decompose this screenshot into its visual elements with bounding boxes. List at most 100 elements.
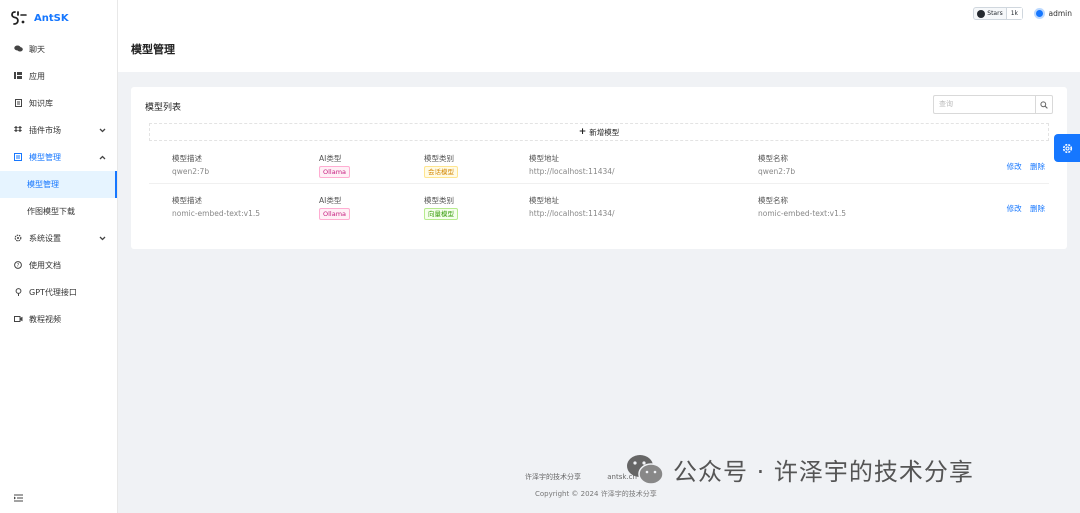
col-value: http://localhost:11434/ (529, 209, 615, 218)
col-url: 模型地址 http://localhost:11434/ (529, 153, 615, 176)
col-label: 模型类别 (424, 196, 454, 205)
github-stars-count[interactable]: 1k (1006, 8, 1022, 19)
col-label: 模型类别 (424, 154, 454, 163)
search-icon (1040, 100, 1048, 109)
search-button[interactable] (1035, 95, 1053, 114)
sidebar-item-label: 插件市场 (29, 126, 61, 135)
logo[interactable]: AntSK (0, 0, 117, 36)
sidebar-item-gpt-proxy[interactable]: GPT代理接口 (0, 279, 117, 306)
watermark-text: 公众号 · 许泽宇的技术分享 (673, 458, 974, 486)
sidebar-item-label: 系统设置 (29, 234, 61, 243)
col-url: 模型地址 http://localhost:11434/ (529, 195, 615, 218)
col-desc: 模型描述 qwen2:7b (172, 153, 209, 176)
menu-fold-icon[interactable] (14, 494, 23, 505)
col-name: 模型名称 qwen2:7b (758, 153, 795, 176)
sidebar-item-label: 聊天 (29, 45, 45, 54)
footer-link[interactable]: 许泽宇的技术分享 (525, 473, 581, 481)
col-label: 模型名称 (758, 154, 788, 163)
sidebar-item-label: 应用 (29, 72, 45, 81)
edit-link[interactable]: 修改 (1007, 204, 1022, 213)
page-header: 模型管理 (118, 28, 1080, 72)
question-icon: ? (13, 260, 23, 271)
edit-link[interactable]: 修改 (1007, 162, 1022, 171)
antsk-logo-icon (11, 11, 27, 25)
col-ai-type: AI类型 Ollama (319, 153, 351, 178)
user-menu[interactable]: admin (1033, 8, 1073, 19)
col-label: 模型地址 (529, 196, 559, 205)
card-title: 模型列表 (145, 103, 182, 113)
sidebar-subitem-label: 模型管理 (27, 180, 59, 189)
col-label: AI类型 (319, 154, 342, 163)
github-star-label: Stars (974, 8, 1007, 19)
add-model-button[interactable]: + 新增模型 (149, 123, 1049, 141)
sidebar-item-app[interactable]: 应用 (0, 63, 117, 90)
delete-link[interactable]: 删除 (1030, 162, 1045, 171)
col-value: http://localhost:11434/ (529, 167, 615, 176)
settings-drawer-button[interactable] (1054, 134, 1080, 162)
col-category: 模型类别 会话模型 (424, 153, 458, 178)
sidebar-item-plugins[interactable]: 插件市场 (0, 117, 117, 144)
col-name: 模型名称 nomic-embed-text:v1.5 (758, 195, 846, 218)
dropbox-icon (13, 126, 23, 135)
search-box (933, 95, 1053, 114)
page-title: 模型管理 (131, 43, 175, 56)
book-icon (13, 98, 23, 109)
category-tag: 会话模型 (424, 166, 458, 178)
sidebar-item-label: 使用文档 (29, 261, 61, 270)
ai-type-tag: Ollama (319, 166, 351, 178)
sidebar-item-tutorial-videos[interactable]: 教程视频 (0, 306, 117, 333)
list-item: 模型描述 qwen2:7b AI类型 Ollama 模型类别 会话模型 模型地址… (149, 148, 1049, 184)
sidebar-item-label: 模型管理 (29, 153, 61, 162)
app-icon (13, 72, 23, 81)
chevron-down-icon (99, 235, 106, 243)
col-label: 模型描述 (172, 196, 202, 205)
ai-type-tag: Ollama (319, 208, 351, 220)
username: admin (1048, 9, 1073, 18)
sidebar-item-settings[interactable]: 系统设置 (0, 225, 117, 252)
sidebar-item-label: 知识库 (29, 99, 53, 108)
col-value: qwen2:7b (758, 167, 796, 176)
sidebar-subitem-label: 作图模型下载 (27, 207, 75, 216)
sidebar-menu: 聊天 应用 知识库 插件市场 模型管理 模型管理 作图模型下载 系统设置 ? 使… (0, 36, 117, 333)
row-actions: 修改 删除 (1001, 203, 1045, 214)
sidebar-item-docs[interactable]: ? 使用文档 (0, 252, 117, 279)
search-input[interactable] (933, 95, 1035, 114)
sidebar: AntSK 聊天 应用 知识库 插件市场 模型管理 模型管理 作图模型下载 系统… (0, 0, 118, 513)
app-name: AntSK (34, 12, 69, 24)
svg-text:?: ? (17, 263, 20, 269)
bulb-icon (13, 287, 23, 298)
gear-icon (1062, 143, 1072, 153)
sidebar-subitem-model-manage[interactable]: 模型管理 (0, 171, 117, 198)
gear-icon (13, 234, 23, 244)
col-label: 模型地址 (529, 154, 559, 163)
sidebar-subitem-image-model-download[interactable]: 作图模型下载 (0, 198, 117, 225)
sidebar-item-chat[interactable]: 聊天 (0, 36, 117, 63)
col-value: qwen2:7b (172, 167, 210, 176)
watermark: 公众号 · 许泽宇的技术分享 (625, 452, 974, 487)
sidebar-item-models[interactable]: 模型管理 (0, 144, 117, 171)
chevron-down-icon (99, 127, 106, 135)
col-desc: 模型描述 nomic-embed-text:v1.5 (172, 195, 260, 218)
top-header: Stars 1k admin (118, 0, 1080, 28)
github-stars-button[interactable]: Stars 1k (973, 7, 1023, 20)
col-ai-type: AI类型 Ollama (319, 195, 351, 220)
delete-link[interactable]: 删除 (1030, 204, 1045, 213)
col-value: nomic-embed-text:v1.5 (172, 209, 261, 218)
add-model-label: 新增模型 (589, 127, 620, 137)
video-icon (13, 315, 23, 324)
col-label: 模型描述 (172, 154, 202, 163)
category-tag: 向量模型 (424, 208, 458, 220)
sidebar-item-knowledge[interactable]: 知识库 (0, 90, 117, 117)
github-icon (977, 9, 986, 18)
col-label: AI类型 (319, 196, 342, 205)
row-actions: 修改 删除 (1001, 161, 1045, 172)
model-icon (13, 152, 23, 163)
plus-icon: + (578, 127, 587, 137)
model-list-card: 模型列表 + 新增模型 模型描述 qwen2:7b AI类型 Ollama 模型… (131, 87, 1067, 249)
col-label: 模型名称 (758, 196, 788, 205)
chat-icon (13, 45, 23, 54)
col-value: nomic-embed-text:v1.5 (758, 209, 847, 218)
copyright: Copyright © 2024 许泽宇的技术分享 (535, 490, 657, 498)
github-stars-text: Stars (987, 10, 1003, 17)
sidebar-item-label: GPT代理接口 (29, 288, 77, 297)
